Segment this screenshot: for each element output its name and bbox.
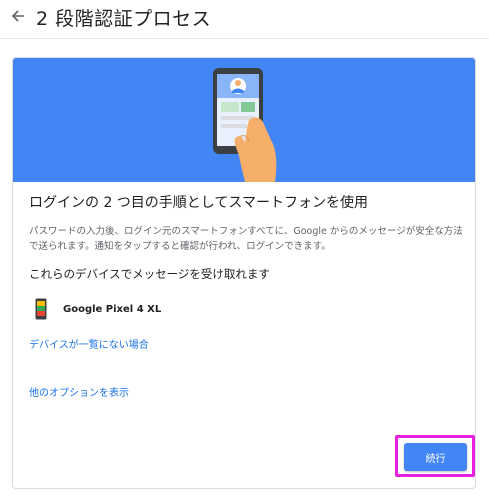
hand-holding-phone-illustration [213, 68, 277, 182]
other-options-link[interactable]: 他のオプションを表示 [29, 384, 129, 399]
device-item: Google Pixel 4 XL [35, 296, 161, 322]
page-title: 2 段階認証プロセス [36, 8, 212, 30]
continue-button[interactable]: 続行 [404, 443, 467, 471]
arrow-left-icon[interactable] [8, 6, 28, 26]
devices-heading: これらのデバイスでメッセージを受け取れます [29, 267, 270, 281]
card-heading: ログインの 2 つ目の手順としてスマートフォンを使用 [29, 195, 368, 211]
smartphone-icon [35, 298, 47, 320]
setup-card: ログインの 2 つ目の手順としてスマートフォンを使用 パスワードの入力後、ログイ… [12, 57, 476, 489]
card-description: パスワードの入力後、ログイン元のスマートフォンすべてに、Google からのメッ… [29, 226, 463, 252]
banner [13, 58, 475, 182]
page-header: 2 段階認証プロセス [0, 0, 489, 39]
device-name: Google Pixel 4 XL [63, 303, 162, 315]
device-missing-link[interactable]: デバイスが一覧にない場合 [29, 336, 149, 351]
